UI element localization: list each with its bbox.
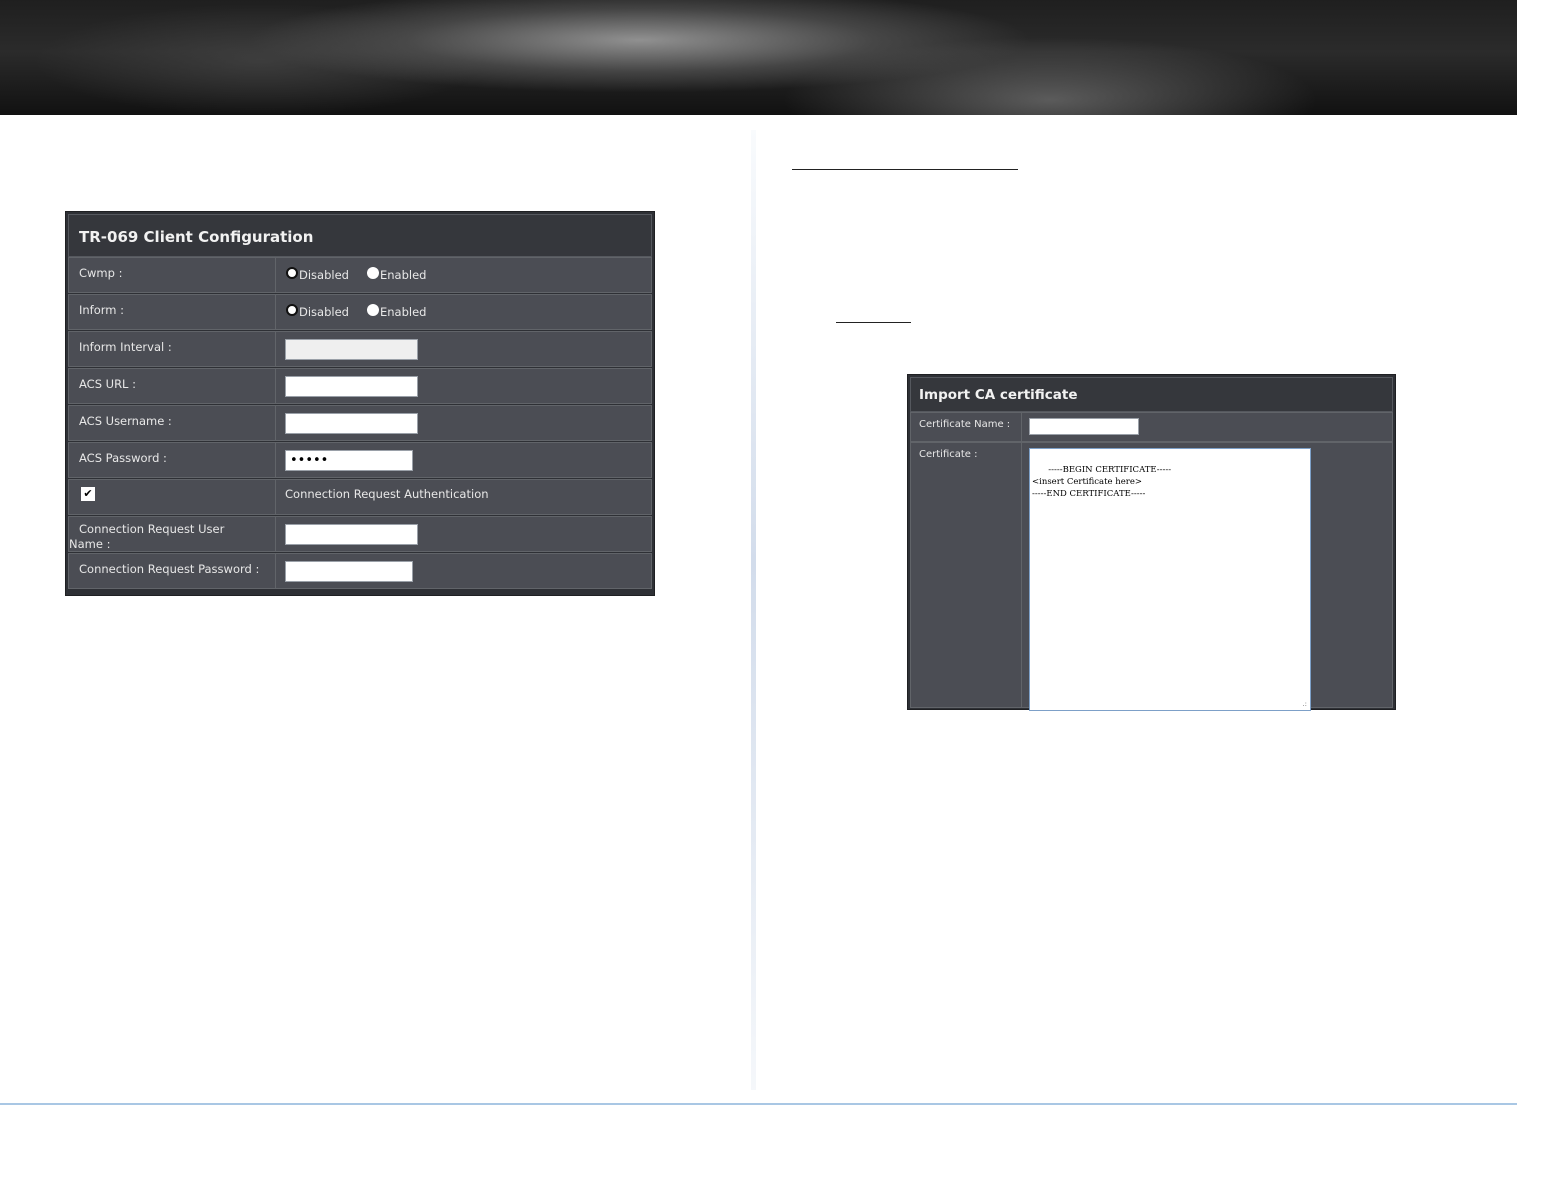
conn-auth-checkbox[interactable]: ✔	[81, 487, 95, 501]
acs-username-label: ACS Username :	[68, 405, 276, 441]
link-underline	[836, 322, 911, 323]
cert-name-input[interactable]	[1029, 418, 1139, 435]
inform-disabled-radio[interactable]	[286, 304, 298, 316]
inform-options: Disabled Enabled	[276, 294, 652, 330]
acs-password-label: ACS Password :	[68, 442, 276, 478]
inform-interval-cell	[276, 331, 652, 367]
inform-row: Inform : Disabled Enabled	[68, 294, 652, 330]
cwmp-disabled-label: Disabled	[299, 268, 349, 282]
cert-cell: -----BEGIN CERTIFICATE----- <insert Cert…	[1022, 442, 1393, 711]
tr069-title: TR-069 Client Configuration	[68, 214, 652, 257]
cwmp-options: Disabled Enabled	[276, 257, 652, 293]
cwmp-label: Cwmp :	[68, 257, 276, 293]
cwmp-enabled-radio[interactable]	[366, 267, 379, 279]
cert-label: Certificate :	[910, 442, 1022, 708]
acs-password-row: ACS Password : •••••	[68, 442, 652, 478]
acs-username-input[interactable]	[285, 413, 418, 434]
heading-underline	[792, 169, 1018, 170]
conn-password-cell	[276, 553, 652, 589]
resize-handle-icon[interactable]: .:	[1302, 701, 1307, 708]
conn-password-row: Connection Request Password :	[68, 553, 652, 589]
inform-label: Inform :	[68, 294, 276, 330]
header-banner	[0, 0, 1517, 115]
inform-enabled-label: Enabled	[379, 305, 427, 319]
conn-user-label: Connection Request User Name :	[68, 516, 276, 552]
conn-user-row: Connection Request User Name :	[68, 516, 652, 552]
cwmp-enabled-label: Enabled	[379, 268, 427, 282]
conn-password-input[interactable]	[285, 561, 413, 582]
footer-rule	[0, 1103, 1517, 1105]
column-divider	[751, 130, 756, 1090]
conn-auth-label: Connection Request Authentication	[285, 487, 489, 501]
acs-username-row: ACS Username :	[68, 405, 652, 441]
cert-name-cell	[1022, 412, 1393, 442]
inform-interval-row: Inform Interval :	[68, 331, 652, 367]
acs-url-input[interactable]	[285, 376, 418, 397]
inform-interval-label: Inform Interval :	[68, 331, 276, 367]
conn-password-label: Connection Request Password :	[68, 553, 276, 589]
acs-url-row: ACS URL :	[68, 368, 652, 404]
certificate-text: -----BEGIN CERTIFICATE----- <insert Cert…	[1032, 465, 1172, 499]
cert-name-label: Certificate Name :	[910, 412, 1022, 442]
conn-user-cell	[276, 516, 652, 552]
cwmp-row: Cwmp : Disabled Enabled	[68, 257, 652, 293]
conn-auth-check-cell: ✔	[68, 479, 276, 515]
conn-auth-label-cell: Connection Request Authentication	[276, 479, 652, 515]
certificate-textarea[interactable]: -----BEGIN CERTIFICATE----- <insert Cert…	[1029, 448, 1311, 711]
import-ca-panel: Import CA certificate Certificate Name :…	[907, 374, 1396, 711]
acs-url-label: ACS URL :	[68, 368, 276, 404]
acs-url-cell	[276, 368, 652, 404]
acs-username-cell	[276, 405, 652, 441]
tr069-panel: TR-069 Client Configuration Cwmp : Disab…	[65, 211, 655, 596]
inform-interval-input[interactable]	[285, 339, 418, 360]
import-ca-title: Import CA certificate	[910, 377, 1393, 412]
conn-auth-row: ✔ Connection Request Authentication	[68, 479, 652, 515]
conn-user-label-line1: Connection Request User	[79, 522, 225, 536]
cwmp-disabled-radio[interactable]	[286, 267, 298, 279]
acs-password-input[interactable]: •••••	[285, 450, 413, 471]
conn-user-label-line2: Name :	[69, 537, 111, 551]
inform-disabled-label: Disabled	[299, 305, 349, 319]
acs-password-cell: •••••	[276, 442, 652, 478]
conn-user-input[interactable]	[285, 524, 418, 545]
inform-enabled-radio[interactable]	[366, 304, 379, 316]
